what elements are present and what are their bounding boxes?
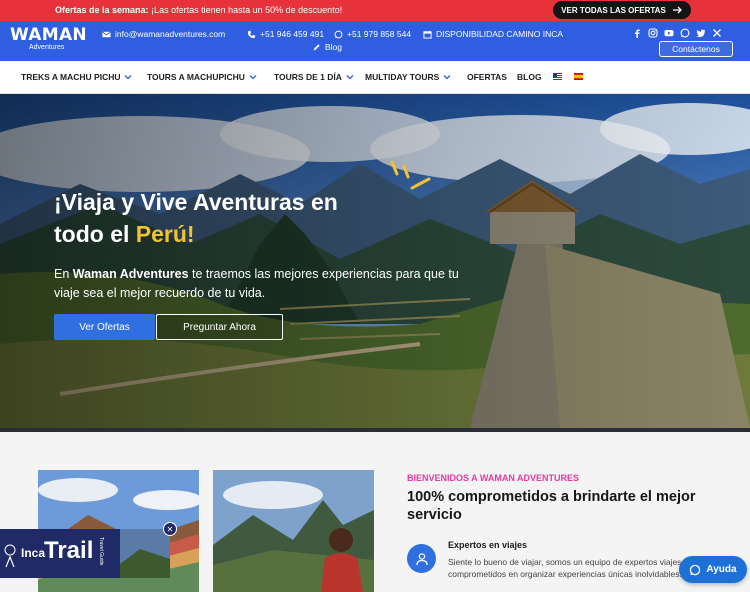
nav-item-label: BLOG	[517, 72, 542, 82]
chevron-down-icon	[249, 75, 257, 80]
youtube-icon[interactable]	[664, 28, 674, 38]
whatsapp-icon	[334, 30, 343, 38]
blog-icon	[313, 43, 320, 50]
twitter-icon[interactable]	[696, 28, 706, 38]
nav-item-offers[interactable]: OFERTAS	[467, 72, 507, 82]
x-icon[interactable]	[712, 28, 722, 38]
hero-title-line-2-a: todo el	[54, 221, 136, 247]
spain-flag-icon[interactable]	[574, 73, 583, 80]
hero-title-line-1: ¡Viaja y Vive Aventuras en	[54, 189, 338, 215]
nav-item-treks[interactable]: TREKS A MACHU PICHU	[21, 72, 132, 82]
nav-item-multiday-tours[interactable]: MULTIDAY TOURS	[365, 72, 451, 82]
view-all-offers-label: VER TODAS LAS OFERTAS	[561, 5, 666, 15]
hero-title-highlight: Perú!	[135, 221, 195, 247]
machu-picchu-traveler-image	[213, 470, 374, 592]
phone-icon	[247, 30, 256, 38]
nav-item-label: TREKS A MACHU PICHU	[21, 72, 121, 82]
logo-subtitle: Adventures	[29, 44, 65, 51]
nav-item-label: TOURS DE 1 DÍA	[274, 72, 342, 82]
machu-picchu-landscape-image	[0, 94, 750, 428]
nav-item-label: TOURS A MACHUPICHU	[147, 72, 245, 82]
phone-link-2[interactable]: +51 979 858 544	[334, 29, 411, 39]
trail-word: Trail	[44, 537, 94, 564]
sparkle-icon	[390, 160, 431, 190]
promo-bar: Ofertas de la semana: ¡Las ofertas tiene…	[0, 0, 750, 21]
feature-icon-circle	[407, 544, 436, 573]
contact-button[interactable]: Contáctenos	[659, 41, 733, 57]
help-chat-button[interactable]: Ayuda	[679, 556, 747, 583]
travel-guide-label: Travel Guide	[98, 537, 104, 566]
nav-item-label: MULTIDAY TOURS	[365, 72, 440, 82]
availability-text: DISPONIBILIDAD CAMINO INCA	[436, 29, 564, 39]
phone-text-2: +51 979 858 544	[347, 29, 412, 39]
us-flag-icon[interactable]	[553, 73, 562, 80]
view-all-offers-button[interactable]: VER TODAS LAS OFERTAS	[553, 1, 691, 19]
main-nav: TREKS A MACHU PICHU TOURS A MACHUPICHU T…	[0, 61, 750, 94]
about-headline: 100% comprometidos a brindarte el mejor …	[407, 489, 696, 523]
chevron-down-icon	[443, 75, 451, 80]
calendar-icon	[423, 30, 432, 39]
feature-title: Expertos en viajes	[448, 540, 528, 550]
instagram-icon[interactable]	[648, 28, 658, 38]
whatsapp-social-icon[interactable]	[680, 28, 690, 38]
nav-item-tours-machupicchu[interactable]: TOURS A MACHUPICHU	[147, 72, 257, 82]
feature-description: Siente lo bueno de viajar, somos un equi…	[448, 557, 682, 579]
hero-brand: Waman Adventures	[72, 267, 189, 281]
hero-title-line-2: todo el Perú!	[54, 218, 338, 250]
nav-item-blog[interactable]: BLOG	[517, 72, 542, 82]
email-link[interactable]: info@wamanadventures.com	[102, 29, 225, 39]
ask-now-button[interactable]: Preguntar Ahora	[156, 314, 283, 340]
blog-link[interactable]: Blog	[312, 42, 342, 52]
inca-word: Inca	[21, 546, 46, 560]
blog-text: Blog	[325, 42, 343, 52]
facebook-icon[interactable]	[632, 28, 642, 38]
top-header: WAMAN Adventures info@wamanadventures.co…	[0, 21, 750, 61]
view-offers-button[interactable]: Ver Ofertas	[54, 314, 155, 340]
help-label: Ayuda	[706, 564, 737, 575]
chevron-down-icon	[346, 75, 354, 80]
hero-title: ¡Viaja y Vive Aventuras en todo el Perú!	[54, 186, 338, 250]
nav-item-label: OFERTAS	[467, 72, 507, 82]
promo-label: Ofertas de la semana:	[55, 5, 149, 15]
hero-banner	[0, 94, 750, 428]
phone-link-1[interactable]: +51 946 459 491	[247, 29, 324, 39]
machu-picchu-traveler-photo	[213, 470, 374, 592]
logo[interactable]: WAMAN	[10, 25, 87, 45]
phone-text-1: +51 946 459 491	[260, 29, 325, 39]
social-links	[632, 28, 722, 38]
availability-link[interactable]: DISPONIBILIDAD CAMINO INCA	[423, 29, 563, 39]
email-text: info@wamanadventures.com	[115, 29, 226, 39]
user-icon	[415, 552, 428, 565]
chevron-down-icon	[125, 75, 132, 80]
promo-message: ¡Las ofertas tienen hasta un 50% de desc…	[151, 5, 343, 15]
hero-description: En Waman Adventures te traemos las mejor…	[54, 265, 474, 303]
inca-trail-ad[interactable]: Inca Trail Travel Guide	[0, 529, 170, 578]
hero-text-a: En	[54, 267, 73, 281]
arrow-right-icon	[672, 6, 682, 14]
promo-text: Ofertas de la semana: ¡Las ofertas tiene…	[55, 5, 342, 15]
mail-icon	[102, 30, 111, 37]
close-icon[interactable]: ✕	[163, 522, 177, 536]
welcome-eyebrow: BIENVENIDOS A WAMAN ADVENTURES	[407, 473, 580, 483]
whatsapp-chat-icon	[690, 564, 701, 575]
nav-item-one-day-tours[interactable]: TOURS DE 1 DÍA	[274, 72, 354, 82]
